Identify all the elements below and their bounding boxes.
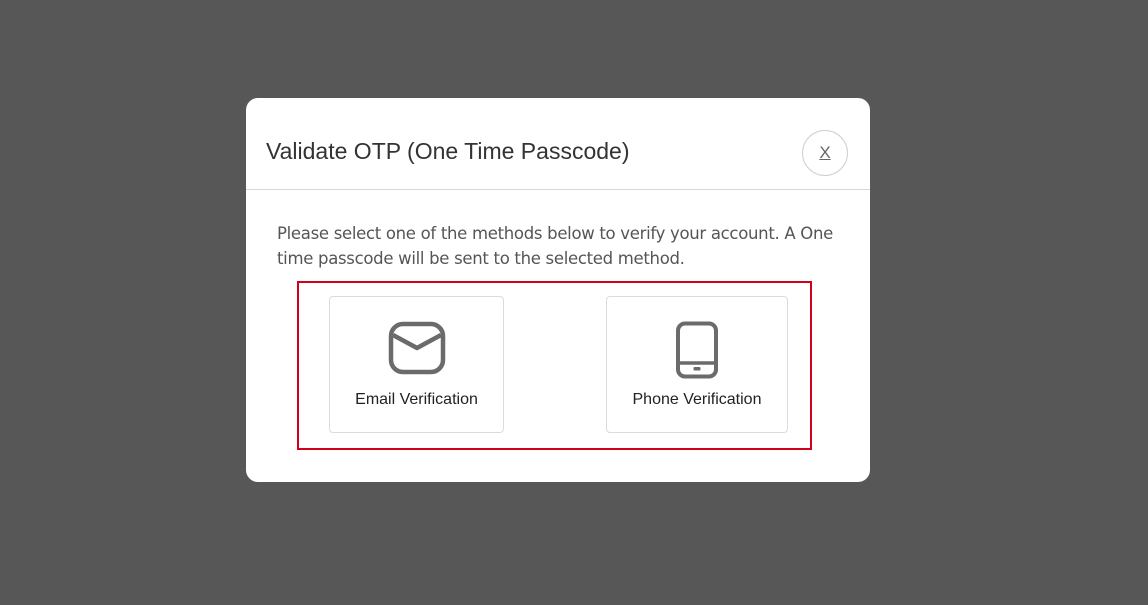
email-verification-button[interactable]: Email Verification [329, 296, 504, 433]
phone-verification-label: Phone Verification [632, 391, 762, 408]
instructions-text: Please select one of the methods below t… [277, 224, 834, 268]
verification-methods-group: Email Verification Phone Verification [297, 281, 812, 450]
email-verification-label: Email Verification [355, 391, 478, 408]
otp-modal: Validate OTP (One Time Passcode) X Pleas… [246, 98, 870, 482]
envelope-icon [330, 321, 503, 381]
close-button[interactable]: X [802, 130, 848, 176]
modal-header: Validate OTP (One Time Passcode) X [246, 98, 870, 190]
modal-title: Validate OTP (One Time Passcode) [266, 138, 630, 164]
mobile-phone-icon [607, 321, 787, 381]
phone-verification-button[interactable]: Phone Verification [606, 296, 788, 433]
